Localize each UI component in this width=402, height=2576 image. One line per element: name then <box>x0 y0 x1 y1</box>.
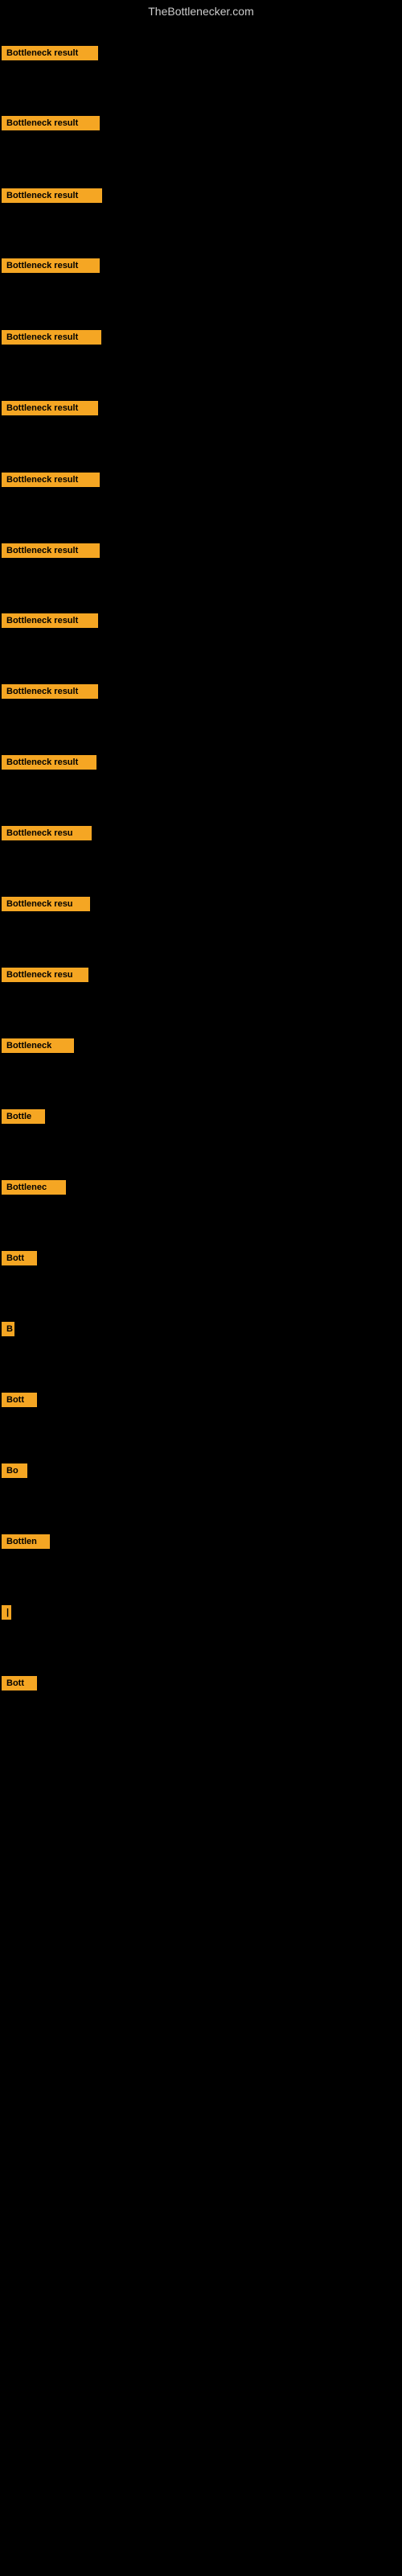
bottleneck-row-1: Bottleneck result <box>2 46 98 64</box>
bottleneck-row-15: Bottleneck <box>2 1038 74 1057</box>
bottleneck-badge-20[interactable]: Bott <box>2 1393 37 1407</box>
bottleneck-row-7: Bottleneck result <box>2 473 100 491</box>
bottleneck-row-17: Bottlenec <box>2 1180 66 1199</box>
bottleneck-badge-2[interactable]: Bottleneck result <box>2 116 100 130</box>
bottleneck-row-16: Bottle <box>2 1109 45 1128</box>
bottleneck-badge-14[interactable]: Bottleneck resu <box>2 968 88 982</box>
bottleneck-row-21: Bo <box>2 1463 27 1482</box>
bottleneck-badge-18[interactable]: Bott <box>2 1251 37 1265</box>
bottleneck-row-20: Bott <box>2 1393 37 1411</box>
bottleneck-badge-17[interactable]: Bottlenec <box>2 1180 66 1195</box>
site-title: TheBottlenecker.com <box>0 0 402 21</box>
bottleneck-badge-15[interactable]: Bottleneck <box>2 1038 74 1053</box>
bottleneck-row-22: Bottlen <box>2 1534 50 1553</box>
bottleneck-row-12: Bottleneck resu <box>2 826 92 844</box>
bottleneck-badge-24[interactable]: Bott <box>2 1676 37 1690</box>
bottleneck-badge-8[interactable]: Bottleneck result <box>2 543 100 558</box>
bottleneck-badge-23[interactable]: | <box>2 1605 11 1620</box>
bottleneck-row-8: Bottleneck result <box>2 543 100 562</box>
bottleneck-badge-5[interactable]: Bottleneck result <box>2 330 101 345</box>
bottleneck-badge-16[interactable]: Bottle <box>2 1109 45 1124</box>
bottleneck-badge-3[interactable]: Bottleneck result <box>2 188 102 203</box>
bottleneck-badge-4[interactable]: Bottleneck result <box>2 258 100 273</box>
bottleneck-row-3: Bottleneck result <box>2 188 102 207</box>
bottleneck-badge-22[interactable]: Bottlen <box>2 1534 50 1549</box>
bottleneck-row-13: Bottleneck resu <box>2 897 90 915</box>
bottleneck-row-14: Bottleneck resu <box>2 968 88 986</box>
bottleneck-badge-19[interactable]: B <box>2 1322 14 1336</box>
bottleneck-badge-6[interactable]: Bottleneck result <box>2 401 98 415</box>
bottleneck-row-5: Bottleneck result <box>2 330 101 349</box>
bottleneck-row-6: Bottleneck result <box>2 401 98 419</box>
bottleneck-row-18: Bott <box>2 1251 37 1269</box>
bottleneck-row-23: | <box>2 1605 11 1624</box>
bottleneck-row-4: Bottleneck result <box>2 258 100 277</box>
bottleneck-badge-11[interactable]: Bottleneck result <box>2 755 96 770</box>
bottleneck-badge-21[interactable]: Bo <box>2 1463 27 1478</box>
bottleneck-row-24: Bott <box>2 1676 37 1695</box>
bottleneck-badge-7[interactable]: Bottleneck result <box>2 473 100 487</box>
bottleneck-badge-9[interactable]: Bottleneck result <box>2 613 98 628</box>
bottleneck-row-19: B <box>2 1322 14 1340</box>
bottleneck-row-2: Bottleneck result <box>2 116 100 134</box>
bottleneck-row-11: Bottleneck result <box>2 755 96 774</box>
bottleneck-badge-10[interactable]: Bottleneck result <box>2 684 98 699</box>
bottleneck-badge-1[interactable]: Bottleneck result <box>2 46 98 60</box>
bottleneck-badge-12[interactable]: Bottleneck resu <box>2 826 92 840</box>
bottleneck-row-10: Bottleneck result <box>2 684 98 703</box>
bottleneck-row-9: Bottleneck result <box>2 613 98 632</box>
bottleneck-badge-13[interactable]: Bottleneck resu <box>2 897 90 911</box>
